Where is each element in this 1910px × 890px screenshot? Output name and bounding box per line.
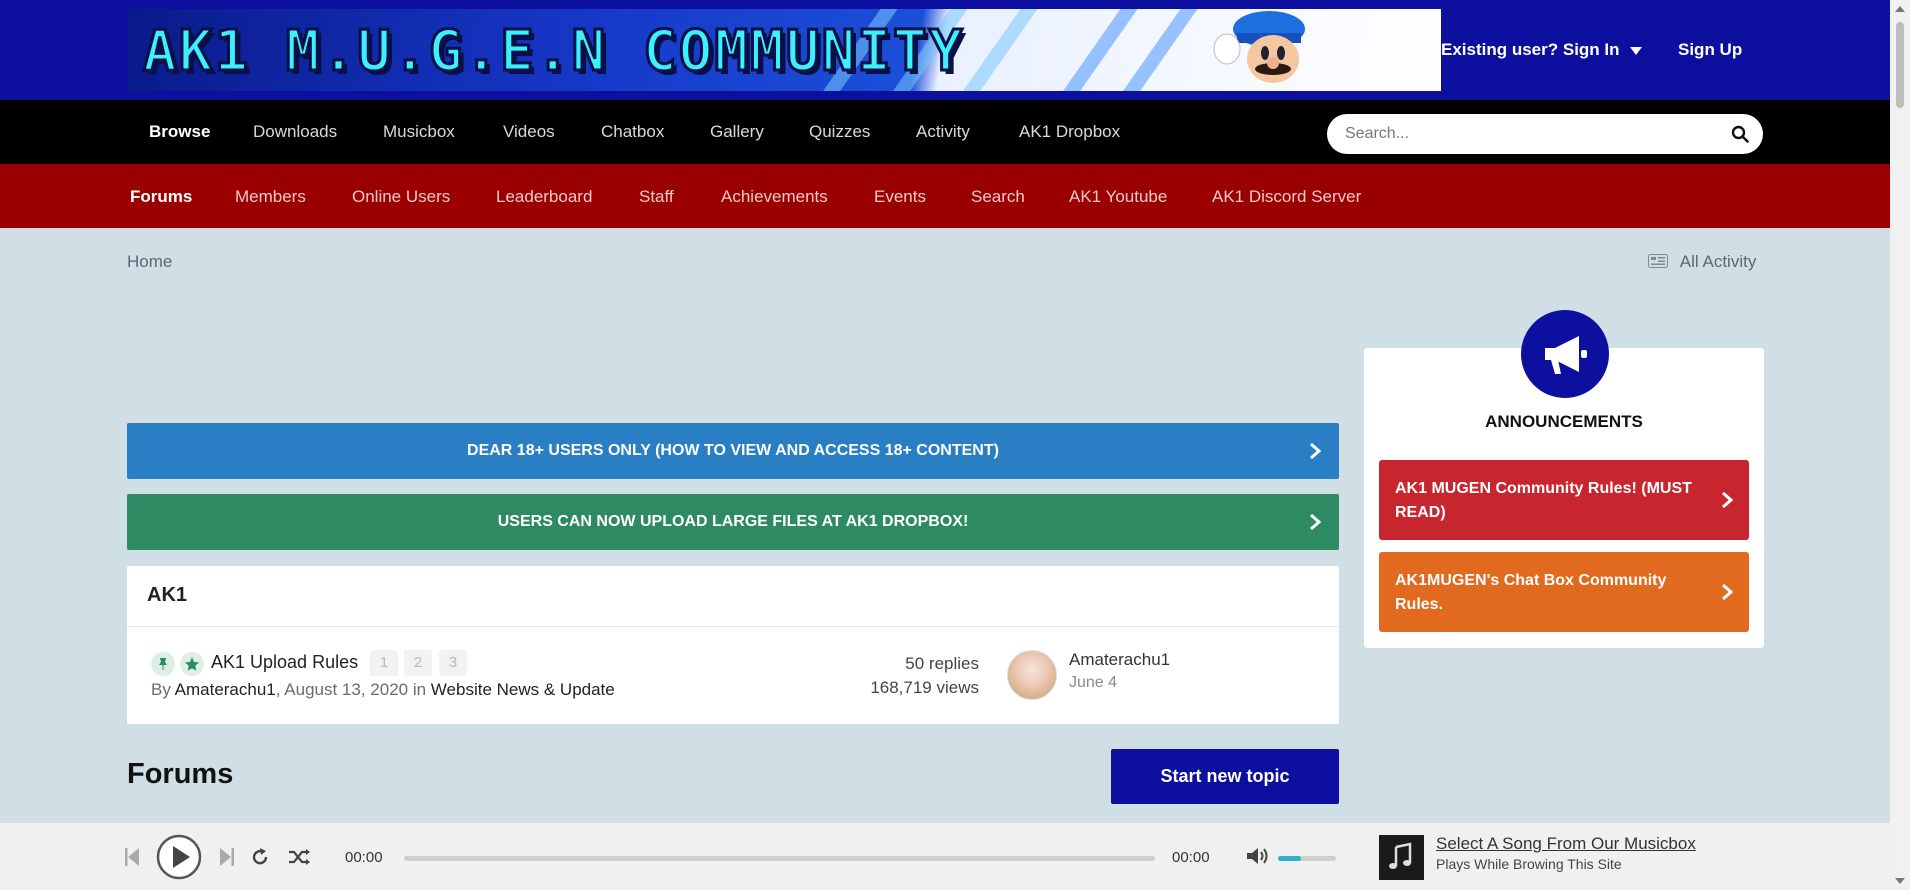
subnav-ak1-youtube[interactable]: AK1 Youtube: [1069, 187, 1167, 207]
star-icon: [185, 657, 199, 671]
announcement-community-rules-text: AK1 MUGEN Community Rules! (MUST READ): [1395, 480, 1692, 521]
volume-icon[interactable]: [1246, 846, 1270, 866]
subnav-achievements[interactable]: Achievements: [721, 187, 828, 207]
chevron-right-icon: [1310, 513, 1321, 531]
sign-up-link[interactable]: Sign Up: [1678, 40, 1742, 60]
announcements-title: ANNOUNCEMENTS: [1485, 412, 1643, 431]
site-banner-logo[interactable]: AK1 M.U.G.E.N COMMUNITY: [127, 9, 1441, 91]
pinned-badge: [151, 652, 175, 676]
nav-quizzes[interactable]: Quizzes: [809, 122, 870, 142]
topic-date: , August 13, 2020 in: [275, 680, 427, 699]
megaphone-icon: [1545, 336, 1587, 374]
search-box: [1327, 114, 1763, 154]
nav-gallery[interactable]: Gallery: [710, 122, 764, 142]
topic-stats: 50 replies 168,719 views: [870, 652, 979, 700]
subnav-events[interactable]: Events: [874, 187, 926, 207]
avatar[interactable]: [1007, 650, 1057, 700]
subnav-leaderboard[interactable]: Leaderboard: [496, 187, 592, 207]
search-icon[interactable]: [1731, 125, 1749, 143]
scrollbar-thumb[interactable]: [1896, 22, 1904, 108]
subnav-online-users[interactable]: Online Users: [352, 187, 450, 207]
subnav-members[interactable]: Members: [235, 187, 306, 207]
nav-videos[interactable]: Videos: [503, 122, 555, 142]
topic-page-3[interactable]: 3: [439, 650, 467, 676]
repeat-icon[interactable]: [250, 847, 270, 867]
secondary-nav: Forums Members Online Users Leaderboard …: [0, 164, 1890, 228]
activity-feed-icon: [1648, 254, 1668, 268]
banner-title: AK1 M.U.G.E.N COMMUNITY: [141, 18, 965, 86]
chevron-right-icon: [1310, 442, 1321, 460]
next-track-icon[interactable]: [219, 846, 235, 868]
announcement-chatbox-rules[interactable]: AK1MUGEN's Chat Box Community Rules.: [1379, 552, 1749, 632]
nav-browse[interactable]: Browse: [149, 122, 210, 142]
replies-count: 50 replies: [905, 654, 979, 673]
topic-title-link[interactable]: AK1 Upload Rules: [211, 652, 358, 673]
duration: 00:00: [1172, 849, 1210, 866]
pinned-topics-panel: AK1 AK1 Upload Rules 1 2 3 By Amaterachu…: [127, 566, 1339, 724]
subnav-staff[interactable]: Staff: [639, 187, 674, 207]
current-time: 00:00: [345, 849, 383, 866]
notice-bar-18plus-text: DEAR 18+ USERS ONLY (HOW TO VIEW AND ACC…: [467, 442, 999, 459]
notice-bar-dropbox-text: USERS CAN NOW UPLOAD LARGE FILES AT AK1 …: [497, 513, 969, 530]
site-header: AK1 M.U.G.E.N COMMUNITY Existing user? S…: [0, 0, 1890, 100]
last-poster-link[interactable]: Amaterachu1: [1069, 650, 1170, 670]
subnav-forums[interactable]: Forums: [130, 187, 192, 207]
announcement-community-rules[interactable]: AK1 MUGEN Community Rules! (MUST READ): [1379, 460, 1749, 540]
nav-musicbox[interactable]: Musicbox: [383, 122, 455, 142]
subnav-ak1-discord-server[interactable]: AK1 Discord Server: [1212, 187, 1361, 207]
featured-badge: [180, 652, 204, 676]
nav-downloads[interactable]: Downloads: [253, 122, 337, 142]
panel-title: AK1: [147, 584, 188, 606]
topic-page-1[interactable]: 1: [370, 650, 398, 676]
mascot-icon: [1213, 11, 1305, 83]
page-title: Forums: [127, 758, 234, 790]
volume-level: [1278, 856, 1301, 861]
seek-bar[interactable]: [404, 856, 1155, 861]
album-art: [1379, 835, 1424, 880]
start-new-topic-button[interactable]: Start new topic: [1111, 749, 1339, 804]
scroll-up-arrow-icon[interactable]: [1893, 4, 1907, 14]
sign-in-label: Existing user? Sign In: [1441, 40, 1620, 59]
music-note-icon: [1389, 842, 1412, 869]
caret-down-icon: [1630, 46, 1643, 55]
shuffle-icon[interactable]: [288, 848, 310, 866]
chevron-right-icon: [1722, 583, 1733, 601]
topic-meta: By Amaterachu1, August 13, 2020 in Websi…: [151, 680, 615, 700]
sign-in-dropdown[interactable]: Existing user? Sign In: [1441, 40, 1643, 60]
nav-activity[interactable]: Activity: [916, 122, 970, 142]
notice-bar-dropbox[interactable]: USERS CAN NOW UPLOAD LARGE FILES AT AK1 …: [127, 494, 1339, 550]
megaphone-badge: [1521, 310, 1609, 398]
song-title-link[interactable]: Select A Song From Our Musicbox: [1436, 834, 1696, 854]
by-label: By: [151, 680, 171, 699]
nav-ak1-dropbox[interactable]: AK1 Dropbox: [1019, 122, 1120, 142]
notice-bar-18plus[interactable]: DEAR 18+ USERS ONLY (HOW TO VIEW AND ACC…: [127, 423, 1339, 479]
scroll-down-arrow-icon[interactable]: [1893, 876, 1907, 886]
nav-chatbox[interactable]: Chatbox: [601, 122, 664, 142]
play-button[interactable]: [156, 834, 202, 880]
subnav-search[interactable]: Search: [971, 187, 1025, 207]
all-activity-link[interactable]: All Activity: [1648, 252, 1756, 272]
song-subtitle: Plays While Browing This Site: [1436, 856, 1622, 872]
topic-forum-link[interactable]: Website News & Update: [431, 680, 615, 699]
topic-page-2[interactable]: 2: [404, 650, 432, 676]
topic-author-link[interactable]: Amaterachu1: [175, 680, 276, 699]
search-input[interactable]: [1345, 114, 1715, 154]
chevron-right-icon: [1722, 491, 1733, 509]
page-scrollbar[interactable]: [1890, 0, 1910, 890]
pin-icon: [159, 658, 167, 670]
previous-track-icon[interactable]: [124, 846, 140, 868]
announcement-chatbox-rules-text: AK1MUGEN's Chat Box Community Rules.: [1395, 572, 1667, 613]
all-activity-label: All Activity: [1679, 252, 1757, 271]
views-count: 168,719 views: [870, 678, 979, 697]
last-post-date[interactable]: June 4: [1069, 674, 1117, 692]
divider: [127, 626, 1339, 627]
breadcrumb-home[interactable]: Home: [127, 252, 172, 272]
